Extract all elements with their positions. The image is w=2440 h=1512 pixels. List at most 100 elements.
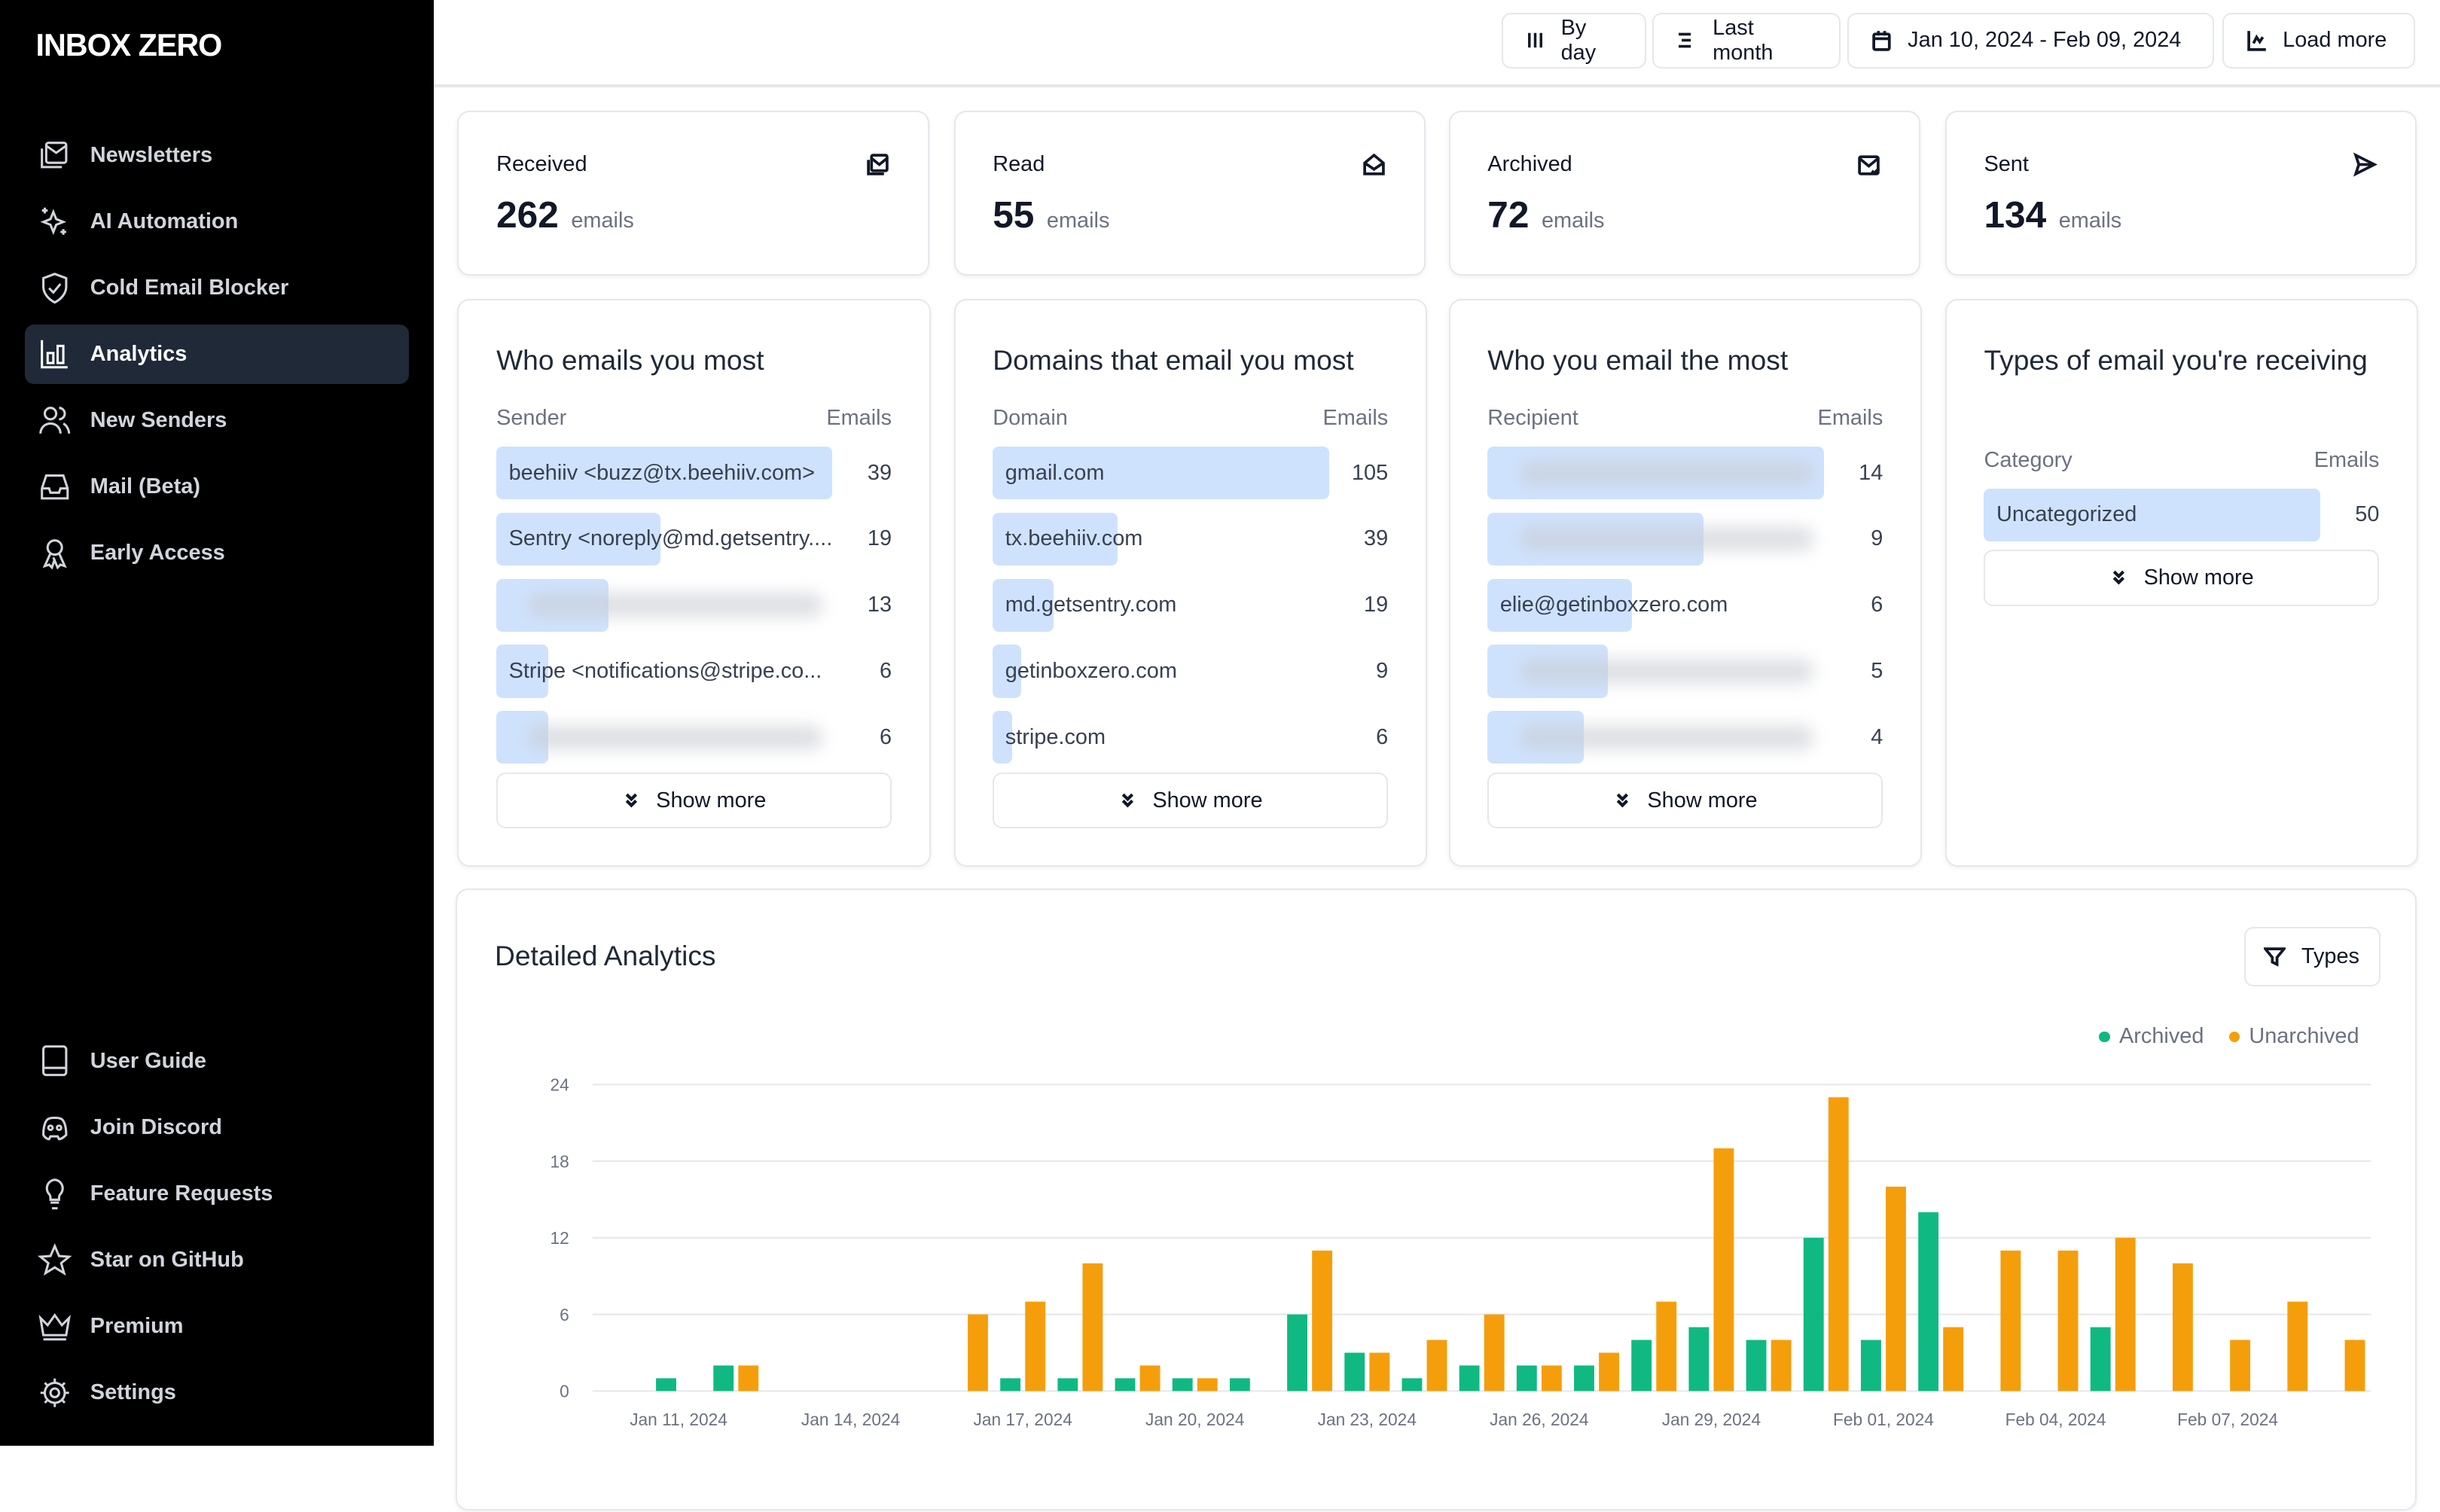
column-header: Emails (1322, 406, 1389, 431)
chevrons-down-icon (1616, 793, 1629, 808)
show-more-button[interactable]: Show more (1487, 772, 1883, 829)
item-count: 6 (1871, 593, 1883, 617)
list-item[interactable]: Sentry <noreply@md.getsentry.... 19 (496, 512, 892, 566)
list-item[interactable]: 4 (1487, 711, 1883, 764)
load-more-label: Load more (2283, 28, 2387, 53)
show-more-button[interactable]: Show more (993, 772, 1389, 829)
discord-icon (41, 1116, 67, 1140)
sidebar-item-settings[interactable]: Settings (25, 1363, 409, 1422)
bar-unarchived-17 (1599, 1352, 1620, 1392)
list-item[interactable]: md.getsentry.com 19 (993, 578, 1389, 632)
detailed-analytics-chart: 0 6 12 18 24 Jan 11, 2024 Jan 14, 2024 Jan 17, … (551, 1075, 2371, 1429)
period-label: Last month (1713, 15, 1774, 65)
sidebar-item-mail-beta[interactable]: Mail (Beta) (25, 457, 409, 517)
bar-unarchived-18 (1656, 1301, 1677, 1392)
column-header: Recipient (1487, 406, 1578, 431)
list-item[interactable]: tx.beehiiv.com 39 (993, 512, 1388, 566)
load-more-button[interactable]: Load more (2222, 12, 2415, 69)
group-by-button[interactable]: By day (1501, 12, 1647, 69)
filter-lines-icon (1679, 32, 1691, 48)
sidebar-item-early-access[interactable]: Early Access (25, 524, 409, 584)
list-item[interactable]: 5 (1487, 645, 1883, 698)
y-tick-label: 12 (551, 1228, 569, 1248)
sidebar-item-label: Join Discord (90, 1114, 222, 1139)
read-mail-icon (1363, 154, 1385, 176)
item-label: Sentry <noreply@md.getsentry.... (508, 526, 833, 551)
sidebar-item-join-discord[interactable]: Join Discord (25, 1098, 409, 1157)
list-header: Sender Emails (496, 406, 892, 431)
redacted-text (1518, 526, 1815, 552)
list-item[interactable]: Stripe <notifications@stripe.co... 6 (496, 645, 892, 698)
bar-archived-7 (1000, 1378, 1021, 1392)
sidebar-item-analytics[interactable]: Analytics (25, 325, 410, 384)
show-more-label: Show more (1152, 788, 1263, 812)
bar-archived-19 (1688, 1327, 1710, 1392)
x-tick-label: Jan 29, 2024 (1662, 1410, 1761, 1429)
inbox-icon (40, 474, 69, 500)
item-count: 4 (1871, 724, 1883, 749)
stat-label: Read (993, 152, 1045, 177)
item-count: 6 (1376, 724, 1389, 749)
sidebar-item-cold-email-blocker[interactable]: Cold Email Blocker (25, 258, 409, 318)
calendar-icon (1871, 31, 1891, 51)
list-item[interactable]: 9 (1487, 512, 1883, 566)
sidebar-item-label: User Guide (90, 1048, 207, 1073)
stat-label: Received (496, 152, 587, 177)
bar-unarchived-6 (968, 1314, 989, 1392)
list-card-3: Types of email you're receiving Category E… (1944, 298, 2419, 867)
x-tick-label: Jan 11, 2024 (630, 1410, 728, 1429)
show-more-button[interactable]: Show more (496, 772, 892, 829)
bar-unarchived-16 (1542, 1365, 1563, 1392)
sidebar-item-label: Premium (90, 1313, 184, 1338)
sidebar-item-user-guide[interactable]: User Guide (25, 1032, 409, 1091)
sidebar-item-star-on-github[interactable]: Star on GitHub (25, 1230, 409, 1290)
sidebar-item-new-senders[interactable]: New Senders (25, 391, 409, 450)
list-item[interactable]: getinboxzero.com 9 (993, 645, 1388, 698)
item-count: 14 (1859, 460, 1883, 485)
period-button[interactable]: Last month (1652, 12, 1841, 69)
list-item[interactable]: beehiiv <buzz@tx.beehiiv.com> 39 (496, 446, 892, 500)
bar-archived-21 (1804, 1237, 1825, 1392)
list-item[interactable]: 14 (1487, 446, 1883, 500)
redacted-text (527, 724, 823, 750)
list-item[interactable]: stripe.com 6 (993, 711, 1388, 764)
list-item[interactable]: Uncategorized 50 (1984, 488, 2379, 541)
gear-icon (40, 1378, 69, 1407)
list-item[interactable]: 13 (496, 578, 892, 632)
bar-unarchived-9 (1140, 1365, 1161, 1392)
x-tick-label: Feb 04, 2024 (2005, 1410, 2106, 1429)
date-range-picker[interactable]: Jan 10, 2024 - Feb 09, 2024 (1847, 12, 2215, 69)
date-range-label: Jan 10, 2024 - Feb 09, 2024 (1908, 28, 2182, 53)
bar-chart-icon (40, 340, 68, 369)
item-count: 19 (1364, 593, 1389, 617)
stat-unit: emails (571, 209, 634, 233)
sidebar-item-label: Newsletters (90, 143, 213, 168)
sidebar-item-newsletters[interactable]: Newsletters (25, 126, 409, 185)
stat-number: 72 (1487, 194, 1530, 236)
sidebar-item-feature-requests[interactable]: Feature Requests (25, 1164, 409, 1224)
sidebar-item-label: Analytics (90, 342, 188, 367)
x-tick-label: Feb 07, 2024 (2178, 1410, 2279, 1429)
chevrons-down-icon (1121, 793, 1133, 808)
bar-unarchived-13 (1369, 1352, 1390, 1392)
bar-unarchived-7 (1025, 1301, 1046, 1392)
stat-value: 72 emails (1487, 193, 1604, 236)
item-label: Uncategorized (1996, 502, 2137, 527)
bar-archived-8 (1057, 1378, 1078, 1392)
list-item[interactable]: elie@getinboxzero.com 6 (1487, 578, 1883, 632)
list-item[interactable]: gmail.com 105 (993, 446, 1388, 500)
show-more-button[interactable]: Show more (1984, 550, 2380, 606)
bar-archived-26 (2091, 1327, 2112, 1392)
bar-unarchived-21 (1828, 1097, 1850, 1392)
y-tick-label: 0 (560, 1381, 570, 1401)
item-count: 13 (867, 593, 892, 617)
sidebar-item-premium[interactable]: Premium (25, 1297, 409, 1356)
item-label: md.getsentry.com (1005, 593, 1177, 617)
item-label: gmail.com (1005, 460, 1105, 485)
columns-icon (1527, 33, 1542, 48)
bar-unarchived-28 (2230, 1340, 2251, 1392)
bar-archived-1 (656, 1378, 677, 1392)
sidebar-item-ai-automation[interactable]: AI Automation (25, 192, 409, 251)
list-item[interactable]: 6 (496, 711, 892, 764)
item-label: getinboxzero.com (1005, 659, 1177, 684)
